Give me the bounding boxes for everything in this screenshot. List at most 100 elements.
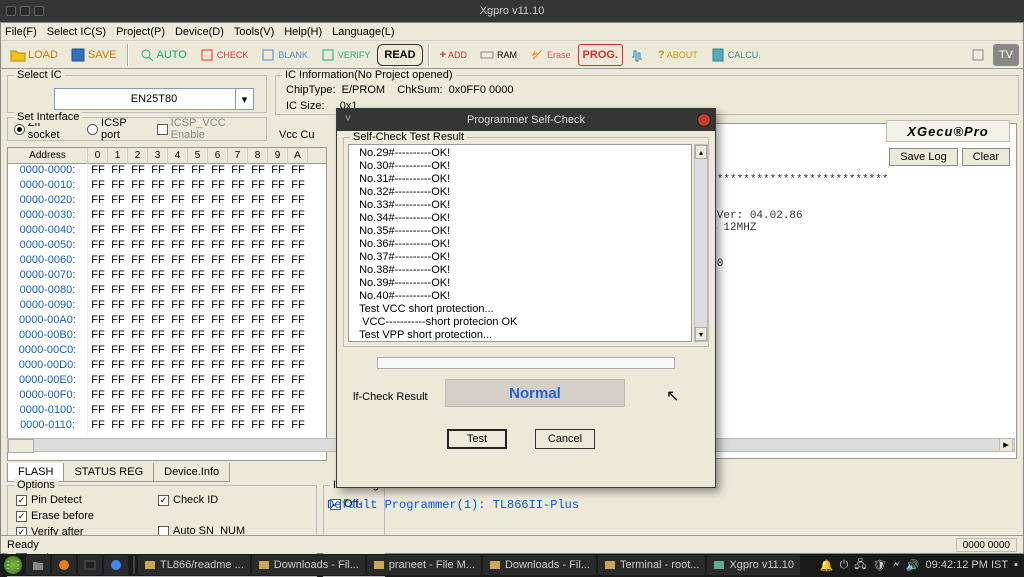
tv-button[interactable]: TV	[993, 44, 1019, 66]
terminal-icon	[84, 559, 96, 571]
app-icon	[373, 559, 385, 571]
test-wave-button[interactable]	[625, 44, 651, 66]
bell-icon[interactable]: 🔔	[820, 559, 834, 572]
hex-row[interactable]: 0000-00F0:FFFFFFFFFFFFFFFFFFFFFF	[8, 389, 326, 404]
hex-row[interactable]: 0000-0110:FFFFFFFFFFFFFFFFFFFFFF	[8, 419, 326, 434]
vertical-scrollbar[interactable]: ▴ ▾	[694, 144, 708, 342]
hex-row[interactable]: 0000-0090:FFFFFFFFFFFFFFFFFFFFFF	[8, 299, 326, 314]
hex-row[interactable]: 0000-0000:FFFFFFFFFFFFFFFFFFFFFF	[8, 164, 326, 179]
save-button[interactable]: SAVE	[65, 44, 122, 66]
hex-row[interactable]: 0000-00E0:FFFFFFFFFFFFFFFFFFFFFF	[8, 374, 326, 389]
taskbar-files-icon[interactable]	[26, 555, 50, 575]
hex-viewer[interactable]: Address 0123456789A 0000-0000:FFFFFFFFFF…	[7, 147, 327, 461]
test-button[interactable]: Test	[447, 429, 507, 449]
window-buttons[interactable]	[6, 6, 44, 16]
chip-layout-button[interactable]	[965, 44, 991, 66]
clock[interactable]: 09:42:12 PM IST	[926, 559, 1009, 571]
load-button[interactable]: LOAD	[5, 44, 63, 66]
pin-detect-check[interactable]: Pin Detect	[16, 494, 94, 506]
check-id-check[interactable]: Check ID	[158, 494, 309, 506]
volume-icon[interactable]: 🔊	[906, 559, 920, 572]
minimize-icon[interactable]: ˅	[341, 113, 355, 127]
os-taskbar[interactable]: ⋮⋮ TL866/readme ...Downloads - Fil...pra…	[0, 554, 1024, 576]
auto-button[interactable]: AUTO	[134, 44, 192, 66]
menu-language[interactable]: Language(L)	[332, 26, 394, 38]
taskbar-firefox-icon[interactable]	[52, 555, 76, 575]
hex-row[interactable]: 0000-0080:FFFFFFFFFFFFFFFFFFFFFF	[8, 284, 326, 299]
hex-row[interactable]: 0000-0020:FFFFFFFFFFFFFFFFFFFFFF	[8, 194, 326, 209]
scroll-down-icon[interactable]: ▾	[695, 327, 707, 341]
about-button[interactable]: ?ABOUT	[653, 44, 703, 66]
ram-button[interactable]: RAM	[474, 44, 522, 66]
firefox-icon	[58, 559, 70, 571]
hex-row[interactable]: 0000-0100:FFFFFFFFFFFFFFFFFFFFFF	[8, 404, 326, 419]
close-icon[interactable]	[697, 113, 711, 127]
magnify-icon	[139, 47, 155, 63]
taskbar-window[interactable]: praneet - File M...	[367, 555, 481, 575]
prog-button[interactable]: PROG.	[578, 44, 623, 66]
calcu-button[interactable]: CALCU.	[705, 44, 766, 66]
erase-button[interactable]: Erase	[524, 44, 576, 66]
chrome-icon	[110, 559, 122, 571]
hex-row[interactable]: 0000-0050:FFFFFFFFFFFFFFFFFFFFFF	[8, 239, 326, 254]
hex-row[interactable]: 0000-00A0:FFFFFFFFFFFFFFFFFFFFFF	[8, 314, 326, 329]
tab-statusreg[interactable]: STATUS REG	[63, 463, 154, 482]
start-menu-icon[interactable]: ⋮⋮	[4, 556, 22, 574]
menu-project[interactable]: Project(P)	[116, 26, 165, 38]
app-icon	[604, 559, 616, 571]
status-ready: Ready	[7, 539, 39, 551]
menu-help[interactable]: Help(H)	[284, 26, 322, 38]
hex-row[interactable]: 0000-0070:FFFFFFFFFFFFFFFFFFFFFF	[8, 269, 326, 284]
hex-row[interactable]: 0000-0060:FFFFFFFFFFFFFFFFFFFFFF	[8, 254, 326, 269]
network-icon[interactable]: 🖧	[854, 556, 866, 575]
progress-bar	[377, 357, 675, 369]
battery-icon[interactable]: 🗲	[893, 559, 900, 572]
menu-selectic[interactable]: Select IC(S)	[47, 26, 106, 38]
menubar[interactable]: File(F) Select IC(S) Project(P) Device(D…	[1, 23, 1023, 41]
hex-row[interactable]: 0000-00C0:FFFFFFFFFFFFFFFFFFFFFF	[8, 344, 326, 359]
taskbar-window[interactable]: Terminal - root...	[598, 555, 705, 575]
menu-file[interactable]: File(F)	[5, 26, 37, 38]
ic-value: EN25T80	[131, 93, 177, 105]
chevron-down-icon[interactable]: ▾	[235, 89, 253, 109]
blank-button[interactable]: BLANK	[255, 44, 313, 66]
taskbar-chrome-icon[interactable]	[104, 555, 128, 575]
tray-menu-icon[interactable]: ▪	[1014, 559, 1018, 571]
result-value: Normal	[445, 379, 625, 407]
taskbar-window[interactable]: Downloads - Fil...	[483, 555, 596, 575]
clear-log-button[interactable]: Clear	[962, 148, 1010, 166]
scroll-right-button[interactable]: ▸	[999, 438, 1013, 452]
scroll-up-icon[interactable]: ▴	[695, 145, 707, 159]
floppy-icon	[70, 47, 86, 63]
check-button[interactable]: CHECK	[194, 44, 254, 66]
cancel-button[interactable]: Cancel	[535, 429, 595, 449]
menu-device[interactable]: Device(D)	[175, 26, 224, 38]
hex-header: Address 0123456789A	[8, 148, 326, 164]
hex-row[interactable]: 0000-0030:FFFFFFFFFFFFFFFFFFFFFF	[8, 209, 326, 224]
ram-icon	[479, 47, 495, 63]
menu-tools[interactable]: Tools(V)	[234, 26, 274, 38]
window-title: Xgpro v11.10	[480, 5, 545, 17]
erase-before-check[interactable]: Erase before	[16, 510, 94, 522]
hex-row[interactable]: 0000-00D0:FFFFFFFFFFFFFFFFFFFFFF	[8, 359, 326, 374]
icsp-radio[interactable]: ICSP port	[87, 117, 147, 141]
selfcheck-list[interactable]: No.29#----------OK! No.30#----------OK! …	[348, 144, 692, 342]
taskbar-window[interactable]: TL866/readme ...	[138, 555, 250, 575]
verify-button[interactable]: VERIFY	[315, 44, 376, 66]
ic-combobox[interactable]: EN25T80 ▾	[54, 88, 254, 110]
shield-icon[interactable]: 🛡	[873, 559, 887, 572]
hex-row[interactable]: 0000-0040:FFFFFFFFFFFFFFFFFFFFFF	[8, 224, 326, 239]
taskbar-window[interactable]: Downloads - Fil...	[252, 555, 365, 575]
system-tray[interactable]: 🔔 ⏻ 🖧 🛡 🗲 🔊 09:42:12 PM IST ▪	[820, 556, 1024, 575]
save-log-button[interactable]: Save Log	[889, 148, 957, 166]
read-button[interactable]: READ	[377, 44, 422, 66]
chip-check-icon	[199, 47, 215, 63]
add-button[interactable]: +ADD	[435, 44, 472, 66]
taskbar-window[interactable]: Xgpro v11.10	[707, 555, 800, 575]
hex-row[interactable]: 0000-0010:FFFFFFFFFFFFFFFFFFFFFF	[8, 179, 326, 194]
tab-deviceinfo[interactable]: Device.Info	[153, 463, 230, 482]
wifi-icon[interactable]: ⏻	[840, 559, 849, 572]
hex-row[interactable]: 0000-00B0:FFFFFFFFFFFFFFFFFFFFFF	[8, 329, 326, 344]
taskbar-terminal-icon[interactable]	[78, 555, 102, 575]
dialog-titlebar[interactable]: ˅ Programmer Self-Check	[337, 109, 715, 131]
